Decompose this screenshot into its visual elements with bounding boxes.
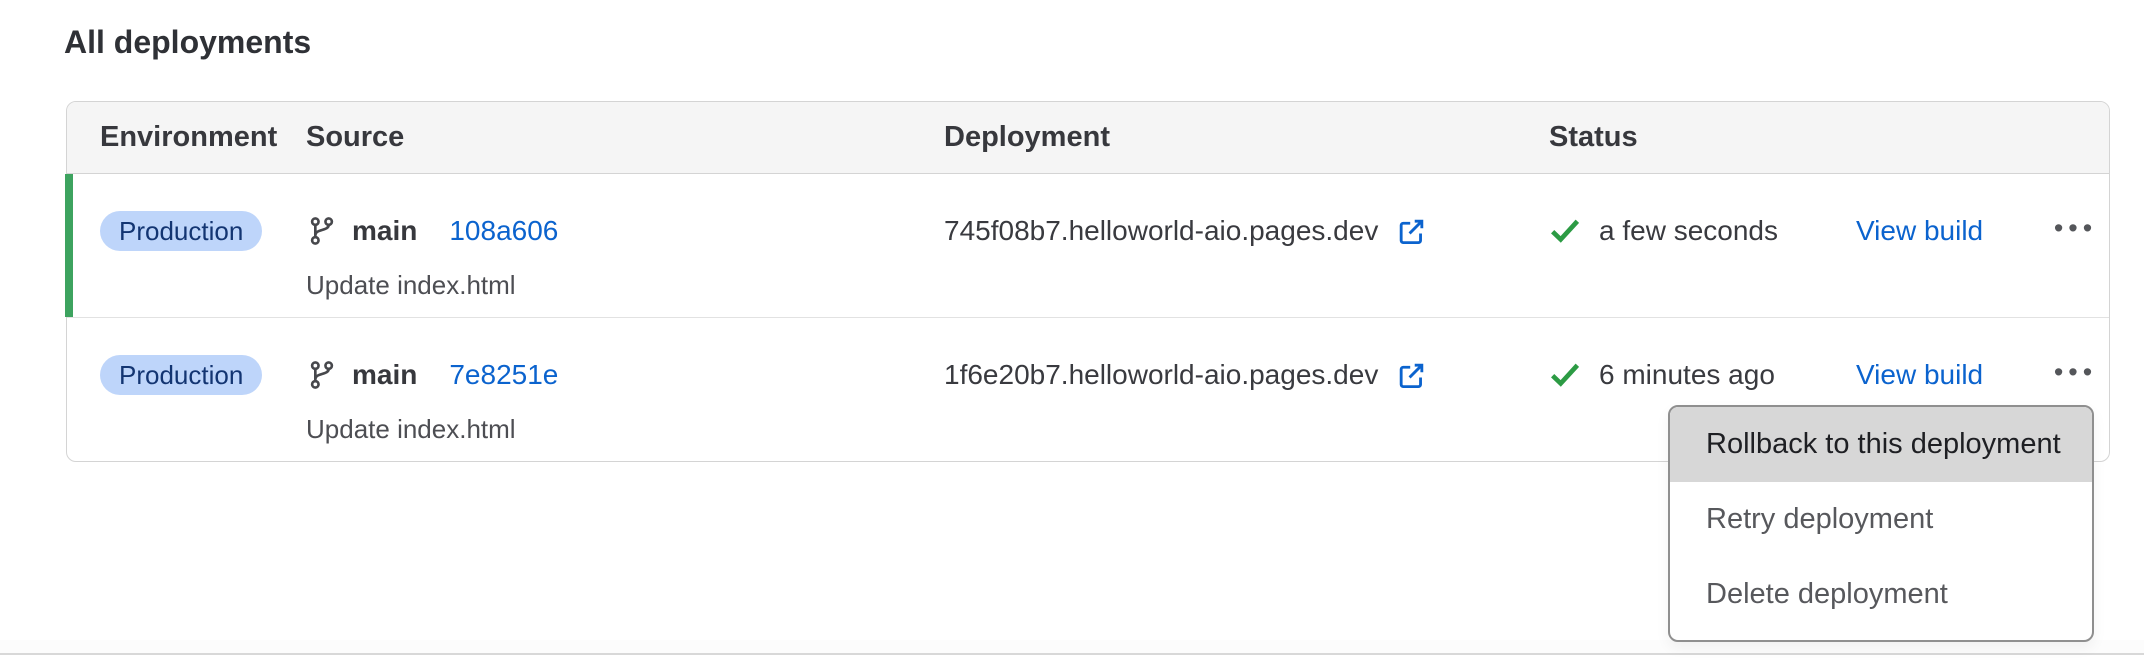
commit-message: Update index.html [306, 414, 944, 445]
bottom-divider [0, 653, 2144, 655]
menu-item-retry[interactable]: Retry deployment [1670, 482, 2092, 557]
status-time: 6 minutes ago [1599, 359, 1775, 391]
branch-name: main [352, 215, 417, 247]
deployment-cell: 745f08b7.helloworld-aio.pages.dev [944, 174, 1549, 252]
more-actions-button[interactable]: ••• [2054, 215, 2097, 248]
status-time: a few seconds [1599, 215, 1778, 247]
ellipsis-icon: ••• [2054, 357, 2097, 387]
commit-message: Update index.html [306, 270, 944, 301]
git-branch-icon [306, 215, 338, 247]
column-header-deployment: Deployment [944, 121, 1549, 154]
deployment-url: 1f6e20b7.helloworld-aio.pages.dev [944, 359, 1378, 391]
git-branch-icon [306, 359, 338, 391]
external-link-icon[interactable] [1396, 216, 1427, 247]
more-actions-button[interactable]: ••• [2054, 359, 2097, 392]
source-cell: main 7e8251e Update index.html [306, 318, 944, 445]
deployment-url: 745f08b7.helloworld-aio.pages.dev [944, 215, 1378, 247]
commit-hash-link[interactable]: 108a606 [449, 215, 558, 247]
environment-cell: Production [100, 174, 306, 252]
row-actions-cell: ••• [2042, 174, 2109, 252]
menu-item-rollback[interactable]: Rollback to this deployment [1670, 407, 2092, 482]
source-cell: main 108a606 Update index.html [306, 174, 944, 301]
ellipsis-icon: ••• [2054, 213, 2097, 243]
environment-badge: Production [100, 355, 262, 395]
page-title: All deployments [64, 24, 311, 61]
row-actions-cell: ••• [2042, 318, 2109, 396]
menu-item-delete[interactable]: Delete deployment [1670, 557, 2092, 632]
table-row: Production main 108a606 Update index.htm… [67, 174, 2109, 317]
view-build-link[interactable]: View build [1856, 215, 1983, 247]
environment-badge: Production [100, 211, 262, 251]
column-header-status: Status [1549, 121, 1856, 154]
status-cell: a few seconds [1549, 174, 1856, 252]
view-build-cell: View build [1856, 318, 2042, 396]
success-check-icon [1549, 362, 1581, 388]
commit-hash-link[interactable]: 7e8251e [449, 359, 558, 391]
deployment-cell: 1f6e20b7.helloworld-aio.pages.dev [944, 318, 1549, 396]
status-cell: 6 minutes ago [1549, 318, 1856, 396]
branch-name: main [352, 359, 417, 391]
active-deployment-bar [65, 174, 73, 317]
environment-cell: Production [100, 318, 306, 396]
external-link-icon[interactable] [1396, 360, 1427, 391]
column-header-environment: Environment [100, 121, 306, 154]
view-build-cell: View build [1856, 174, 2042, 252]
success-check-icon [1549, 218, 1581, 244]
column-header-source: Source [306, 121, 944, 154]
view-build-link[interactable]: View build [1856, 359, 1983, 391]
table-header-row: Environment Source Deployment Status [67, 102, 2109, 174]
deployment-actions-menu: Rollback to this deployment Retry deploy… [1668, 405, 2094, 642]
